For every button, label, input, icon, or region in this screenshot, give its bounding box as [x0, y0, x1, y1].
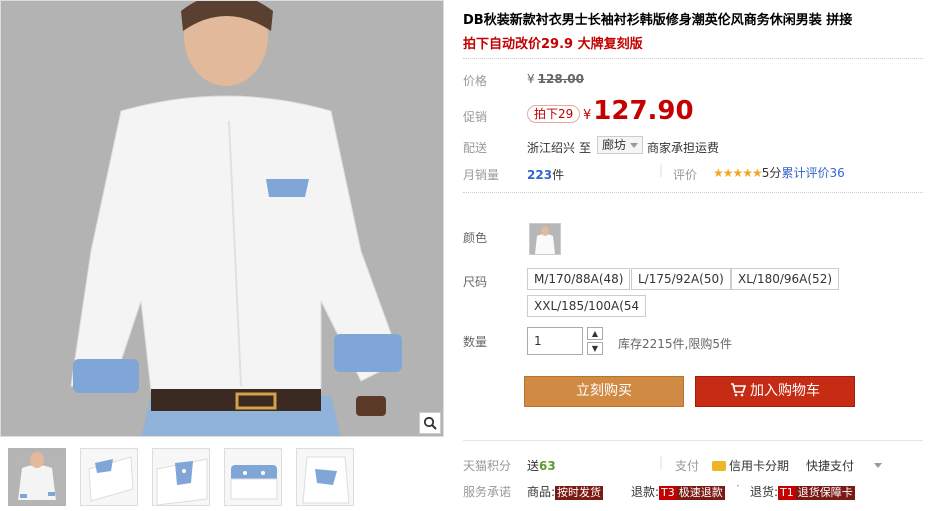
- chevron-down-icon: [629, 143, 638, 148]
- add-to-cart-label: 加入购物车: [750, 383, 820, 399]
- divider-bar: |: [659, 455, 664, 469]
- color-swatch-white[interactable]: [529, 223, 561, 255]
- points-amount: 63: [539, 459, 556, 473]
- service-refund-tag: 极速退款: [676, 486, 725, 500]
- thumbnail-4-image: [225, 449, 281, 505]
- credit-installment[interactable]: 信用卡分期: [712, 457, 789, 474]
- shipping-fee-note: 商家承担运费: [647, 141, 720, 155]
- divider: [463, 58, 923, 59]
- rating: ★★★★★5分累计评价36: [713, 164, 845, 181]
- points-give: 送: [527, 459, 540, 473]
- size-label: 尺码: [463, 275, 488, 289]
- old-price: ¥128.00: [527, 72, 584, 86]
- thumbnail-5-image: [297, 449, 353, 505]
- size-option[interactable]: M/170/88A(48): [527, 268, 631, 290]
- thumbnail-1-image: [10, 450, 64, 504]
- sales-count-value: 223: [527, 168, 553, 182]
- quantity-decrement-button[interactable]: ▼: [587, 342, 603, 355]
- service-return-code: T1: [778, 486, 796, 500]
- points-value: 送63: [527, 457, 556, 474]
- review-count-link[interactable]: 累计评价36: [781, 166, 844, 180]
- model-photo: [1, 1, 443, 436]
- buy-now-button[interactable]: 立刻购买: [524, 376, 684, 407]
- current-price-value: 127.90: [593, 96, 694, 126]
- thumbnail-1[interactable]: [8, 448, 66, 506]
- separator-dot: ·: [736, 479, 740, 493]
- thumbnail-2[interactable]: [80, 448, 138, 506]
- thumbnail-5[interactable]: [296, 448, 354, 506]
- old-price-currency: ¥: [527, 72, 535, 86]
- product-main-image[interactable]: [0, 0, 444, 437]
- sales-label: 月销量: [463, 168, 500, 182]
- divider: [463, 440, 923, 441]
- size-option[interactable]: XL/180/96A(52): [731, 268, 840, 290]
- product-title: DB秋装新款衬衣男士长袖衬衫韩版修身潮英伦风商务休闲男装 拼接: [463, 13, 853, 28]
- promo-label: 促销: [463, 110, 488, 124]
- thumbnail-strip: [8, 448, 354, 506]
- city-select-value: 廊坊: [602, 138, 627, 152]
- credit-installment-label: 信用卡分期: [729, 459, 790, 473]
- service-return-prefix: 退货:: [750, 485, 779, 499]
- quantity-input[interactable]: 1: [527, 327, 583, 355]
- magnifier-icon: [423, 416, 437, 430]
- shipping-label: 配送: [463, 141, 488, 155]
- product-subtitle: 拍下自动改价29.9 大牌复刻版: [463, 37, 643, 52]
- divider: [463, 192, 923, 193]
- size-option[interactable]: L/175/92A(50): [631, 268, 731, 290]
- color-label: 颜色: [463, 231, 488, 245]
- color-swatch-image: [530, 224, 560, 254]
- add-to-cart-button[interactable]: 加入购物车: [695, 376, 855, 407]
- chevron-down-icon: [874, 463, 882, 468]
- service-refund[interactable]: 退款: T3 极速退款: [631, 483, 725, 500]
- rating-score: 5分: [761, 166, 782, 180]
- old-price-value: 128.00: [537, 72, 584, 86]
- credit-card-icon: [712, 461, 726, 471]
- service-refund-prefix: 退款:: [631, 485, 660, 499]
- star-rating-icon: ★★★★★: [713, 166, 763, 180]
- service-goods-tag: 按时发货: [555, 486, 604, 500]
- rating-label: 评价: [673, 168, 698, 182]
- service-goods[interactable]: 商品: 按时发货: [527, 483, 604, 500]
- quantity-label: 数量: [463, 335, 488, 349]
- thumbnail-4[interactable]: [224, 448, 282, 506]
- shopping-cart-icon: [731, 383, 746, 397]
- thumbnail-3-image: [153, 449, 209, 505]
- current-price-currency: ¥: [583, 108, 592, 123]
- ship-to-word: 至: [579, 141, 592, 155]
- service-return-tag: 退货保障卡: [795, 486, 855, 500]
- divider-bar: |: [659, 163, 664, 177]
- sales-count: 223件: [527, 166, 564, 183]
- promo-badge: 拍下29: [527, 105, 581, 123]
- thumbnail-3[interactable]: [152, 448, 210, 506]
- price-label: 价格: [463, 74, 488, 88]
- service-refund-code: T3: [659, 486, 677, 500]
- points-label: 天猫积分: [463, 459, 512, 473]
- zoom-button[interactable]: [419, 412, 441, 434]
- current-price: ¥127.90: [583, 96, 694, 126]
- ship-from: 浙江绍兴: [527, 141, 576, 155]
- service-return[interactable]: 退货: T1 退货保障卡: [750, 483, 855, 500]
- quick-pay[interactable]: 快捷支付: [806, 457, 854, 474]
- sales-unit: 件: [552, 168, 565, 182]
- city-select[interactable]: 廊坊: [597, 136, 643, 154]
- size-option[interactable]: XXL/185/100A(54: [527, 295, 647, 317]
- service-goods-prefix: 商品:: [527, 485, 556, 499]
- pay-label: 支付: [675, 459, 700, 473]
- service-label: 服务承诺: [463, 485, 512, 499]
- thumbnail-2-image: [81, 449, 137, 505]
- pay-more-toggle[interactable]: [874, 458, 882, 472]
- quantity-increment-button[interactable]: ▲: [587, 327, 603, 340]
- stock-note: 库存2215件,限购5件: [618, 337, 732, 351]
